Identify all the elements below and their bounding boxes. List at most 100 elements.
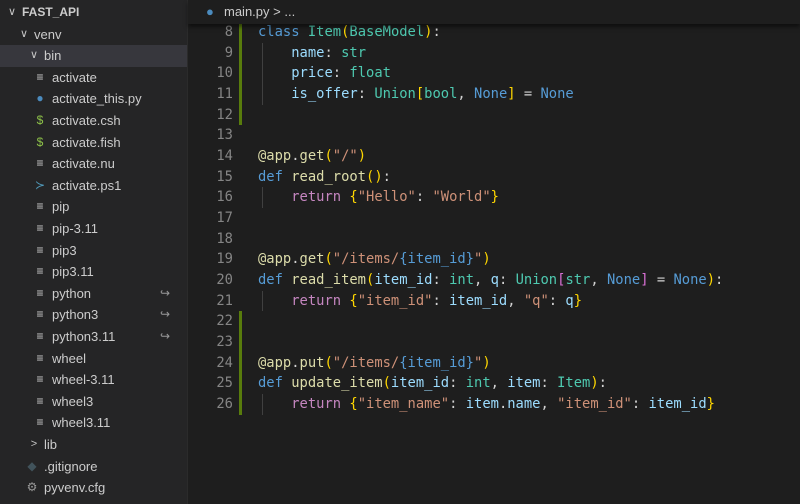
code-line[interactable]: 13	[188, 125, 788, 146]
tree-item-activate-this-py[interactable]: ● activate_this.py	[0, 88, 187, 110]
tree-item-pip3-11[interactable]: ≡ pip3.11	[0, 261, 187, 283]
lines-icon: ≡	[36, 221, 44, 235]
tree-item-wheel3[interactable]: ≡ wheel3	[0, 391, 187, 413]
breadcrumb-rest: > ...	[269, 4, 296, 19]
code-token: .	[291, 354, 300, 371]
tree-item-fast-api[interactable]: ∨ FAST_API	[0, 2, 187, 24]
line-number: 17	[216, 210, 233, 227]
code-token: item_id	[374, 272, 433, 289]
code-text: @app.put("/items/{item_id}")	[258, 353, 491, 374]
tree-item-label: activate.fish	[52, 134, 121, 150]
chevron-down-icon[interactable]: ∨	[28, 45, 40, 67]
tree-item-wheel[interactable]: ≡ wheel	[0, 348, 187, 370]
code-line[interactable]: 22	[188, 311, 788, 332]
tree-item-activate[interactable]: ≡ activate	[0, 67, 187, 89]
code-token: :	[540, 375, 558, 392]
code-token: )	[357, 148, 367, 165]
tree-item-wheel-3-11[interactable]: ≡ wheel-3.11	[0, 369, 187, 391]
code-line[interactable]: 11 is_offer: Union[bool, None] = None	[188, 84, 788, 105]
chevron-down-icon[interactable]: ∨	[6, 2, 18, 24]
tree-item-pip-3-11[interactable]: ≡ pip-3.11	[0, 218, 187, 240]
code-token: is_offer	[291, 86, 358, 102]
tree-item-lib[interactable]: > lib	[0, 434, 187, 456]
line-number: 11	[216, 86, 233, 102]
code-token: Union	[515, 272, 558, 289]
tree-item-pip[interactable]: ≡ pip	[0, 196, 187, 218]
code-editor[interactable]: ● main.py > ... 8 class Item(BaseModel): 9…	[188, 0, 800, 504]
code-token: :	[357, 86, 375, 102]
code-token: :	[432, 272, 450, 289]
code-token: return	[291, 292, 342, 309]
tree-item-pip3[interactable]: ≡ pip3	[0, 240, 187, 262]
symlink-icon: ↪	[160, 307, 171, 322]
line-number: 8	[224, 24, 233, 40]
code-line[interactable]: 20 def read_item(item_id: int, q: Union[s…	[188, 270, 788, 291]
code-line[interactable]: 17	[188, 208, 788, 229]
git-icon: ◆	[27, 458, 37, 473]
code-token: name	[291, 44, 325, 61]
tree-item-venv[interactable]: ∨ venv	[0, 24, 187, 46]
chevron-right-icon[interactable]: >	[28, 434, 40, 456]
chevron-down-icon[interactable]: ∨	[18, 24, 30, 46]
code-line[interactable]: 16 return {"Hello": "World"}	[188, 187, 788, 208]
tree-item-python[interactable]: ≡ python ↪	[0, 283, 187, 305]
lines-icon: ≡	[36, 393, 44, 408]
code-line[interactable]: 26 return {"item_name": item.name, "item…	[188, 394, 788, 415]
code-token: int	[449, 272, 475, 289]
code-text: is_offer: Union[bool, None] = None	[258, 84, 574, 105]
tree-item-python3-11[interactable]: ≡ python3.11 ↪	[0, 326, 187, 348]
tree-item-wheel3-11[interactable]: ≡ wheel3.11	[0, 412, 187, 434]
tree-item-label: .gitignore	[44, 458, 98, 474]
tree-item-activate-csh[interactable]: $ activate.csh	[0, 110, 187, 132]
tree-item-label: FAST_API	[22, 5, 80, 19]
code-token: "item_id"	[557, 396, 632, 413]
tree-item-activate-nu[interactable]: ≡ activate.nu	[0, 153, 187, 175]
code-line[interactable]: 10 price: float	[188, 63, 788, 84]
code-line[interactable]: 14 @app.get("/")	[188, 146, 788, 167]
code-token: name	[507, 396, 541, 413]
tree-item-python3[interactable]: ≡ python3 ↪	[0, 304, 187, 326]
code-line[interactable]: 25 def update_item(item_id: int, item: It…	[188, 373, 788, 394]
tree-item-bin[interactable]: ∨ bin	[0, 45, 187, 67]
code-token: read_root	[291, 168, 366, 185]
tree-item-pyvenv-cfg[interactable]: ⚙ pyvenv.cfg	[0, 477, 187, 499]
code-token: get	[299, 251, 325, 268]
code-token: float	[349, 65, 391, 82]
code-text: @app.get("/")	[258, 146, 366, 167]
code-token: "item_id"	[357, 292, 433, 309]
code-token: def	[258, 375, 283, 392]
code-token: item	[507, 375, 541, 392]
code-token: (	[324, 251, 333, 268]
code-text: def read_item(item_id: int, q: Union[str…	[258, 270, 723, 291]
code-line[interactable]: 12	[188, 105, 788, 126]
tree-item-gitignore[interactable]: ◆ .gitignore	[0, 456, 187, 478]
code-line[interactable]: 9 name: str	[188, 43, 788, 64]
code-line[interactable]: 8 class Item(BaseModel):	[188, 22, 788, 43]
code-token: .	[498, 396, 508, 413]
code-line[interactable]: 18	[188, 229, 788, 250]
code-line[interactable]: 23	[188, 332, 788, 353]
code-line[interactable]: 21 return {"item_id": item_id, "q": q}	[188, 291, 788, 312]
code-token: int	[465, 375, 491, 392]
lines-icon: ≡	[36, 69, 44, 84]
code-line[interactable]: 24 @app.put("/items/{item_id}")	[188, 353, 788, 374]
code-line[interactable]: 19 @app.get("/items/{item_id}")	[188, 249, 788, 270]
tree-item-activate-fish[interactable]: $ activate.fish	[0, 132, 187, 154]
code-token: {	[349, 292, 358, 309]
code-token: @app	[258, 251, 292, 268]
code-token: "q"	[523, 292, 549, 309]
code-token: def	[258, 168, 283, 185]
code-token: :	[498, 272, 516, 289]
code-line[interactable]: 15 def read_root():	[188, 167, 788, 188]
code-text: price: float	[258, 63, 391, 84]
breadcrumb-file[interactable]: main.py > ...	[224, 0, 295, 24]
code-text: def update_item(item_id: int, item: Item…	[258, 373, 607, 394]
code-token: {item_id}	[399, 251, 474, 268]
tree-item-activate-ps1[interactable]: ≻ activate.ps1	[0, 175, 187, 197]
code-token: q	[490, 272, 499, 289]
tree-item-label: wheel	[52, 350, 86, 366]
code-token: =	[648, 272, 674, 289]
